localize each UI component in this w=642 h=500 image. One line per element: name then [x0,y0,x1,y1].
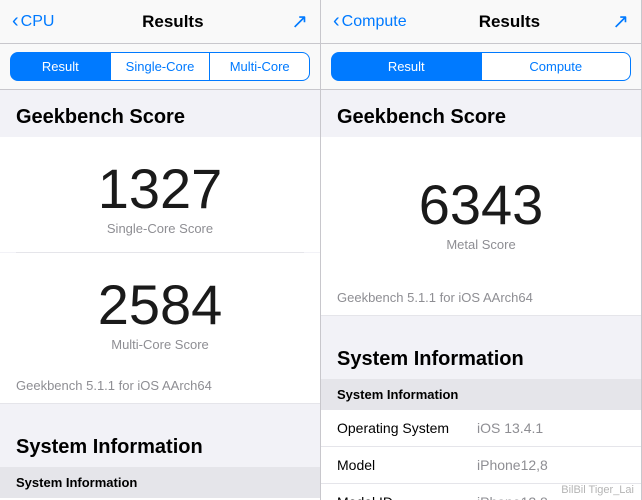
left-gap [0,404,320,420]
left-geekbench-heading: Geekbench Score [0,90,320,137]
left-nav-bar: ‹ CPU Results ↗︎ [0,0,320,44]
left-back-label: CPU [21,13,55,31]
left-seg-multi[interactable]: Multi-Core [210,52,310,81]
left-score-multi: 2584 Multi-Core Score [0,253,320,368]
left-seg-single[interactable]: Single-Core [111,52,211,81]
right-nav-title: Results [479,12,540,32]
right-share-icon[interactable]: ↗︎ [612,9,629,34]
right-score-metal: 6343 Metal Score [321,137,641,280]
right-sys-info-heading: System Information [321,332,641,379]
right-model-row: Model iPhone12,8 [321,447,641,484]
right-metal-value: 6343 [337,177,625,233]
right-panel: ‹ Compute Results ↗︎ Result Compute Geek… [321,0,642,500]
right-metal-label: Metal Score [337,237,625,252]
right-model-key: Model [337,457,477,473]
right-os-key: Operating System [337,420,477,436]
left-panel: ‹ CPU Results ↗︎ Result Single-Core Mult… [0,0,321,500]
right-geekbench-heading: Geekbench Score [321,90,641,137]
right-sys-info-table: System Information Operating System iOS … [321,379,641,500]
right-sys-section-label: System Information [321,379,641,410]
left-sys-info-heading: System Information [0,420,320,467]
right-nav-bar: ‹ Compute Results ↗︎ [321,0,641,44]
left-score-single: 1327 Single-Core Score [0,137,320,252]
left-share-icon[interactable]: ↗︎ [291,9,308,34]
right-chevron-icon: ‹ [333,10,340,33]
left-multi-core-label: Multi-Core Score [16,337,304,352]
right-model-val: iPhone12,8 [477,457,625,473]
left-chevron-icon: ‹ [12,10,19,33]
left-back-button[interactable]: ‹ CPU [12,10,54,33]
left-nav-title: Results [142,12,203,32]
right-os-row: Operating System iOS 13.4.1 [321,410,641,447]
right-os-val: iOS 13.4.1 [477,420,625,436]
right-back-label: Compute [342,13,407,31]
right-model-id-key: Model ID [337,494,477,500]
right-content: Geekbench Score 6343 Metal Score Geekben… [321,90,641,500]
right-back-button[interactable]: ‹ Compute [333,10,407,33]
left-multi-core-value: 2584 [16,277,304,333]
left-single-core-value: 1327 [16,161,304,217]
right-seg-compute[interactable]: Compute [482,52,632,81]
left-single-core-label: Single-Core Score [16,221,304,236]
left-segment-bar: Result Single-Core Multi-Core [0,44,320,90]
left-platform-info: Geekbench 5.1.1 for iOS AArch64 [0,368,320,404]
right-model-id-val: iPhone12,8 [477,494,625,500]
right-gap [321,316,641,332]
left-seg-result[interactable]: Result [10,52,111,81]
right-segment-bar: Result Compute [321,44,641,90]
left-sys-info-table: System Information Benchmark on 26 Apr 2… [0,467,320,500]
left-content: Geekbench Score 1327 Single-Core Score 2… [0,90,320,500]
right-seg-result[interactable]: Result [331,52,482,81]
right-platform-info: Geekbench 5.1.1 for iOS AArch64 [321,280,641,316]
left-sys-section-label: System Information [0,467,320,498]
right-model-id-row: Model ID iPhone12,8 [321,484,641,500]
